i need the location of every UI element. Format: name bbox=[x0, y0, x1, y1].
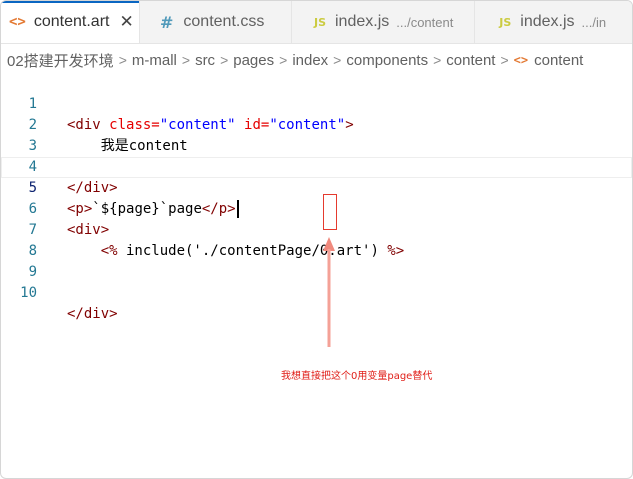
tab-description: .../content bbox=[396, 14, 454, 30]
breadcrumb-item[interactable]: src bbox=[195, 52, 215, 69]
code-line: 6 <div> bbox=[1, 178, 632, 238]
chevron-right-icon: > bbox=[500, 52, 509, 68]
chevron-right-icon: > bbox=[118, 52, 127, 68]
editor-window: <> content.art ✕ # content.css JS index.… bbox=[0, 0, 633, 479]
tab-bar: <> content.art ✕ # content.css JS index.… bbox=[1, 1, 632, 44]
tab-label: index.js bbox=[335, 13, 390, 30]
js-file-icon: JS bbox=[313, 15, 326, 29]
highlight-box bbox=[323, 194, 337, 230]
tab-index-js-in[interactable]: JS index.js .../in bbox=[475, 1, 632, 43]
tab-index-js-content[interactable]: JS index.js .../content bbox=[292, 1, 476, 43]
html-file-icon: <> bbox=[513, 53, 529, 67]
breadcrumb: 02搭建开发环境 > m-mall > src > pages > index … bbox=[1, 47, 583, 73]
code-line: 1 <div class="content" id="content"> bbox=[1, 73, 632, 133]
line-number: 10 bbox=[20, 285, 37, 301]
tab-label: content.art bbox=[33, 13, 110, 30]
code-editor[interactable]: 1 <div class="content" id="content"> 2 我… bbox=[1, 73, 632, 322]
tab-content-css[interactable]: # content.css bbox=[140, 1, 292, 43]
code-line: 10 </div> bbox=[1, 262, 632, 322]
breadcrumb-item[interactable]: index bbox=[292, 52, 328, 69]
breadcrumb-item[interactable]: 02搭建开发环境 bbox=[7, 50, 114, 71]
css-file-icon: # bbox=[160, 12, 174, 32]
chevron-right-icon: > bbox=[181, 52, 191, 68]
code-line: 4 </div> bbox=[1, 136, 632, 196]
tag-token: </div> bbox=[67, 306, 118, 322]
breadcrumb-item[interactable]: m-mall bbox=[132, 52, 177, 69]
code-line: 7 <% include('./contentPage/0.art') %> bbox=[1, 199, 632, 259]
close-icon[interactable]: ✕ bbox=[119, 12, 133, 32]
arrow-up-icon bbox=[323, 237, 335, 347]
breadcrumb-item[interactable]: pages bbox=[233, 52, 274, 69]
code-line-current: 5 <p>`${page}`page</p> bbox=[1, 157, 632, 218]
chevron-right-icon: > bbox=[333, 52, 342, 68]
code-line: 3 bbox=[1, 115, 632, 154]
code-line: 2 我是content bbox=[1, 94, 632, 154]
js-file-icon: JS bbox=[499, 15, 512, 29]
tab-content-art[interactable]: <> content.art ✕ bbox=[1, 1, 140, 43]
breadcrumb-item[interactable]: components bbox=[346, 52, 428, 69]
annotation-note: 我想直接把这个0用变量page替代 bbox=[281, 371, 433, 382]
tab-label: index.js bbox=[520, 13, 575, 30]
tab-label: content.css bbox=[183, 13, 265, 30]
code-line: 9 bbox=[1, 241, 632, 280]
breadcrumb-item[interactable]: content bbox=[446, 52, 495, 69]
breadcrumb-item[interactable]: content bbox=[534, 52, 583, 69]
html-file-icon: <> bbox=[9, 14, 26, 30]
chevron-right-icon: > bbox=[433, 52, 442, 68]
chevron-right-icon: > bbox=[220, 52, 229, 68]
chevron-right-icon: > bbox=[279, 52, 288, 68]
tab-description: .../in bbox=[581, 14, 607, 30]
code-line: 8 bbox=[1, 220, 632, 259]
